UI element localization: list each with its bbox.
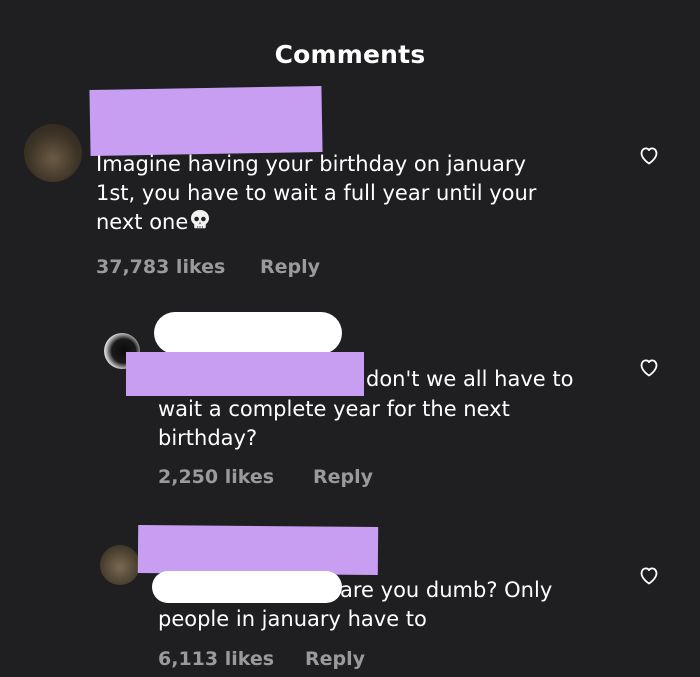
comment-2-reply-button[interactable]: Reply xyxy=(313,466,373,488)
comment-3-line-1: are you dumb? Only xyxy=(340,578,553,602)
comment-1-line-2: 1st, you have to wait a full year until … xyxy=(96,181,537,205)
comment-2-line-2: wait a complete year for the next xyxy=(158,397,510,421)
comment-3-reply-button[interactable]: Reply xyxy=(305,648,365,670)
comment-3-heart-icon[interactable] xyxy=(637,563,661,587)
comment-2-line-1: don't we all have to xyxy=(366,367,574,391)
comment-2-likes[interactable]: 2,250 likes xyxy=(158,466,274,488)
comments-title: Comments xyxy=(274,40,426,69)
comment-2-heart-icon[interactable] xyxy=(637,355,661,379)
comment-3-likes[interactable]: 6,113 likes xyxy=(158,648,274,670)
comment-1-heart-icon[interactable] xyxy=(637,143,661,167)
comment-1-text: Imagine having your birthday on january … xyxy=(96,150,536,240)
comment-3-username-redaction xyxy=(137,524,379,576)
comment-3-line-2: people in january have to xyxy=(158,607,427,631)
comment-1-line-1: Imagine having your birthday on january xyxy=(96,152,526,176)
comment-2-username-redaction xyxy=(154,312,342,354)
skull-emoji-icon xyxy=(188,208,212,240)
comment-1-avatar[interactable] xyxy=(24,124,82,182)
comment-1-line-3: next one xyxy=(96,210,189,234)
comment-1-likes[interactable]: 37,783 likes xyxy=(96,256,225,278)
comment-2-mention-redaction xyxy=(126,352,364,396)
comment-3-mention-redaction xyxy=(152,571,342,603)
comment-1-reply-button[interactable]: Reply xyxy=(260,256,320,278)
comment-1-username-redaction xyxy=(89,85,323,157)
comment-2-line-3: birthday? xyxy=(158,426,258,450)
comment-3-avatar[interactable] xyxy=(100,545,140,585)
